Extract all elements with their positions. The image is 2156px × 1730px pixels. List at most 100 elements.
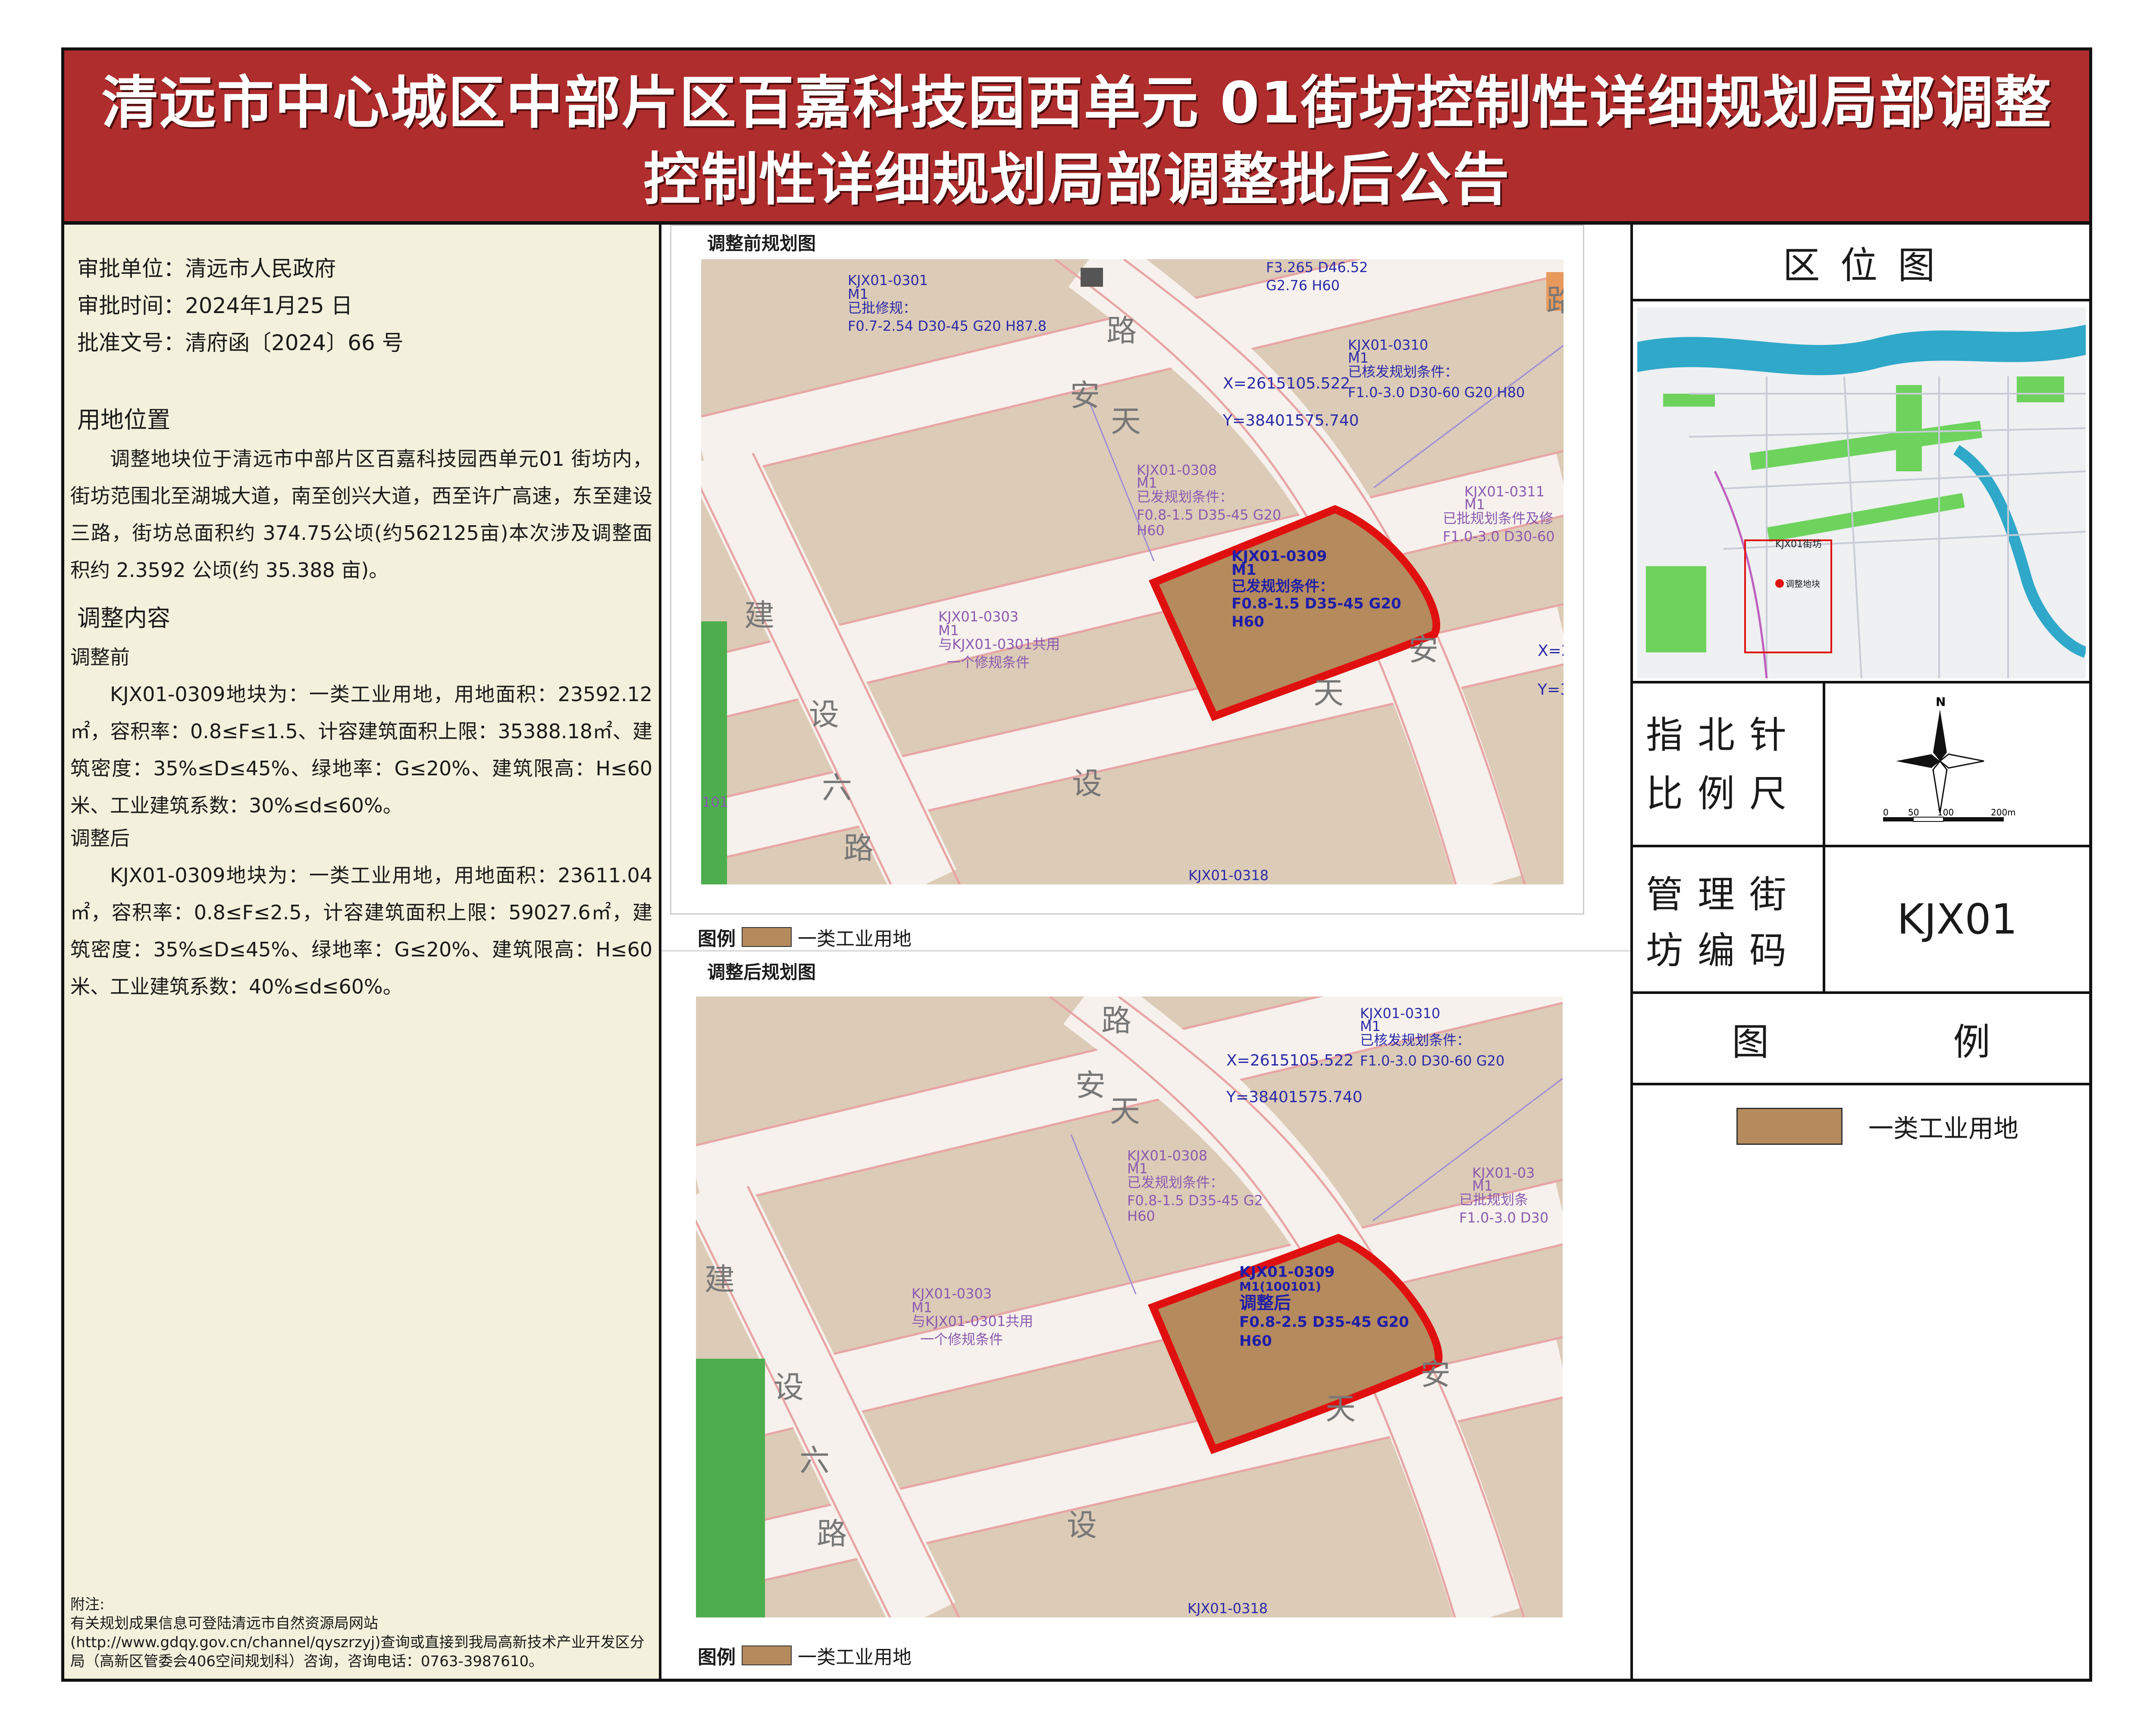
parcel-line: F1.0-3.0 D30-60 G20 (1360, 1053, 1504, 1069)
approval-unit: 审批单位：清远市人民政府 (77, 256, 336, 282)
adjustment-heading: 调整内容 (77, 605, 170, 632)
road-char: 建 (705, 1262, 735, 1297)
site-label: 调整地块 (1786, 579, 1820, 589)
approval-unit-label: 审批单位： (77, 256, 185, 281)
parcel-line: 与KJX01-0301共用 (912, 1313, 1033, 1329)
header-title-line1: 清远市中心城区中部片区百嘉科技园西单元 01街坊控制性详细规划局部调整 (101, 70, 2052, 136)
road-char: 路 (1106, 313, 1137, 348)
parcel-line: F1.0-3.0 D30-60 (1443, 528, 1555, 545)
parcel-line: F1.0-3.0 D30-60 G20 H80 (1348, 384, 1525, 401)
green-space (696, 1359, 765, 1617)
parcel-line: H60 (1137, 522, 1165, 539)
edge-label: 101 (702, 794, 728, 810)
before-map-title: 调整前规划图 (707, 233, 816, 254)
road-char: 天 (1111, 404, 1141, 439)
parcel-line: 已发规划条件： (1127, 1174, 1224, 1191)
parcel-line: 一个修规条件 (947, 654, 1030, 671)
green-space (1896, 385, 1922, 471)
before-text: KJX01-0309地块为：一类工业用地，用地面积：23592.12㎡，容积率：… (70, 683, 652, 817)
road-char: 设 (774, 1370, 804, 1405)
legend-title-cell: 图 例 (1633, 994, 2089, 1085)
parcel-line: F1.0-3.0 D30 (1459, 1210, 1548, 1226)
after-text: KJX01-0309地块为：一类工业用地，用地面积：23611.04㎡，容积率：… (70, 864, 652, 998)
road-char: 安 (1070, 378, 1100, 413)
parcel-line: 一个修规条件 (920, 1331, 1003, 1348)
road-char: 安 (1408, 632, 1438, 668)
before-map-legend: 图例 一类工业用地 (698, 923, 912, 951)
compass-label: 指北针 (1646, 714, 1801, 757)
scale-tick: 100 (1937, 807, 1954, 818)
before-legend-item: 一类工业用地 (798, 928, 912, 950)
after-map: KJX01-0310 M1 已核发规划条件： F1.0-3.0 D30-60 G… (696, 997, 1563, 1617)
parcel-line: F0.7-2.54 D30-45 G20 H87.8 (848, 318, 1047, 334)
legend-item: 一类工业用地 (1736, 1108, 2018, 1145)
approval-unit-value: 清远市人民政府 (185, 256, 336, 281)
street-label: KJX01街坊 (1775, 539, 1822, 550)
north-needle (1933, 709, 1947, 761)
location-map-title-cell: 区 位 图 (1633, 225, 2089, 301)
green-space (1663, 394, 1715, 407)
location-text: 调整地块位于清远市中部片区百嘉科技园西单元01 街坊内，街坊范围北至湖城大道，南… (70, 447, 652, 582)
target-status: 调整后 (1239, 1293, 1291, 1313)
road-char: 设 (1067, 1507, 1097, 1543)
coord-x-right: X=26 (1538, 642, 1564, 660)
street-code-label: 管理街 (1646, 873, 1801, 916)
industrial-swatch (742, 927, 792, 947)
road-char: 设 (809, 697, 839, 732)
footnote-label: 附注: (70, 1596, 105, 1613)
target-line: H60 (1232, 613, 1264, 630)
compass-cell: 指北针 比例尺 N 0 50 100 200m (1633, 683, 2089, 847)
road-char: 设 (1072, 766, 1102, 801)
parcel-code: KJX01-0318 (1188, 867, 1269, 884)
road-char: 路 (1546, 283, 1564, 318)
green-space (2017, 376, 2064, 402)
target-line: H60 (1239, 1332, 1272, 1350)
scale-tick: 50 (1908, 807, 1919, 818)
parcel-line: F0.8-1.5 D35-45 G20 (1137, 507, 1281, 523)
industrial-swatch (742, 1645, 792, 1665)
street-code-value: KJX01 (1897, 895, 2018, 943)
approval-doc-value: 清府函〔2024〕66 号 (185, 330, 404, 355)
approval-doc-label: 批准文号： (77, 330, 185, 355)
approval-time: 审批时间：2024年1月25 日 (77, 293, 353, 319)
target-m1: M1(100101) (1239, 1279, 1321, 1294)
road-char: 六 (799, 1443, 830, 1478)
plan-maps-panel: 调整前规划图 KJX01-0301 M1 已批修规： F0.7-2.54 D30… (661, 225, 1633, 1679)
coord-y-right: Y=384 (1537, 681, 1564, 699)
scale-tick: 200m (1991, 807, 2016, 818)
header-divider (64, 221, 2089, 225)
location-map: KJX01街坊 调整地块 (1637, 307, 2086, 678)
before-legend-label: 图例 (698, 928, 736, 950)
info-panel: 审批单位：清远市人民政府 审批时间：2024年1月25 日 批准文号：清府函〔2… (64, 225, 661, 1679)
scale-bar-segment (1913, 817, 1944, 822)
parcel-line: F0.8-1.5 D35-45 G2 (1127, 1192, 1263, 1209)
after-map-legend: 图例 一类工业用地 (698, 1642, 912, 1669)
north-arrow-icon: N 0 50 100 200m (1883, 695, 2016, 822)
scale-label: 比例尺 (1646, 772, 1801, 815)
road-char: 安 (1075, 1068, 1106, 1103)
footnote-text: 有关规划成果信息可登陆清远市自然资源局网站(http://www.gdqy.go… (70, 1615, 645, 1670)
after-map-title: 调整后规划图 (707, 962, 816, 983)
approval-time-value: 2024年1月25 日 (185, 293, 353, 318)
road-char: 路 (843, 831, 874, 866)
after-legend-label: 图例 (698, 1646, 736, 1668)
after-legend-item: 一类工业用地 (798, 1646, 912, 1668)
notice-header: 清远市中心城区中部片区百嘉科技园西单元 01街坊控制性详细规划局部调整 控制性详… (64, 50, 2089, 221)
target-line: F0.8-1.5 D35-45 G20 (1232, 595, 1401, 612)
road-char: 路 (1101, 1003, 1131, 1038)
location-map-title: 区 位 图 (1783, 244, 1940, 287)
parcel-line: 已发规划条件： (1137, 489, 1233, 505)
location-heading: 用地位置 (77, 406, 170, 433)
south-needle (1932, 760, 1948, 813)
parcel-line: 与KJX01-0301共用 (938, 636, 1060, 652)
green-space (1646, 566, 1706, 652)
parcel-line: H60 (1127, 1208, 1155, 1224)
east-needle (1939, 753, 1984, 769)
road-char: 建 (744, 598, 774, 633)
north-letter: N (1936, 695, 1946, 709)
legend-item-label: 一类工业用地 (1868, 1114, 2019, 1143)
target-line: F0.8-2.5 D35-45 G20 (1239, 1313, 1409, 1331)
compass-divider (1823, 683, 1825, 845)
parcel-line: 已批修规： (848, 300, 917, 316)
road-char: 天 (1110, 1094, 1140, 1129)
